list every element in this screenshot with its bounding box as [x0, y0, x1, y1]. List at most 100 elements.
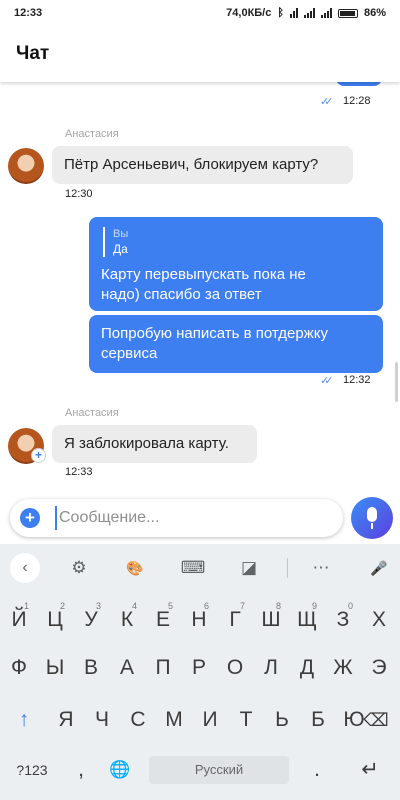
key[interactable]: М: [156, 698, 192, 742]
key[interactable]: В: [73, 646, 109, 690]
avatar[interactable]: [8, 148, 44, 184]
sender-name: Анастасия: [65, 128, 119, 140]
reply-quote[interactable]: Вы Да: [103, 227, 128, 257]
key[interactable]: И: [192, 698, 228, 742]
page-title: Чат: [16, 43, 50, 64]
more-icon[interactable]: ⋯: [306, 556, 336, 580]
key[interactable]: Ж: [325, 646, 361, 690]
key[interactable]: Н6: [181, 598, 217, 642]
period-key[interactable]: .: [300, 748, 334, 792]
message-outgoing-partial[interactable]: [336, 82, 382, 86]
key[interactable]: Ф: [1, 646, 37, 690]
key-label: З: [336, 608, 350, 631]
key-hint: 1: [23, 601, 29, 611]
key-label: Щ: [297, 608, 317, 631]
key[interactable]: Ц2: [37, 598, 73, 642]
key[interactable]: К4: [109, 598, 145, 642]
status-icons: 74,0КБ/с ᛒ 86%: [226, 7, 386, 19]
comma-key[interactable]: ,: [64, 748, 98, 792]
key[interactable]: О: [217, 646, 253, 690]
message-outgoing[interactable]: Вы Да Карту перевыпускать пока не надо) …: [89, 217, 383, 311]
bluetooth-icon: ᛒ: [277, 7, 284, 19]
key[interactable]: Б: [300, 698, 336, 742]
key[interactable]: Й1: [1, 598, 37, 642]
key-label: Н: [191, 608, 207, 631]
chat-header: Чат: [0, 26, 400, 82]
message-input-wrap: +: [10, 499, 343, 537]
battery-level: 86%: [363, 7, 386, 19]
key-label: У: [84, 608, 98, 631]
toolbar-divider: [287, 558, 288, 578]
theme-icon[interactable]: 🎨: [120, 556, 150, 580]
soft-keyboard: ‹ ⚙ 🎨 ⌨ ◪ ⋯ 🎤 Й1 Ц2 У3 К4 Е5 Н6 Г7 Ш8 Щ9…: [0, 544, 400, 800]
attach-add-button[interactable]: +: [20, 508, 40, 528]
space-key[interactable]: Русский: [149, 756, 289, 784]
key[interactable]: Л: [253, 646, 289, 690]
key[interactable]: Ь: [264, 698, 300, 742]
key[interactable]: Х: [361, 598, 397, 642]
add-contact-icon[interactable]: +: [31, 448, 46, 463]
read-ticks-icon: ✓✓: [320, 96, 334, 108]
message-incoming[interactable]: Я заблокировала карту.: [52, 425, 257, 463]
backspace-icon[interactable]: ⌫: [356, 698, 396, 742]
key[interactable]: У3: [73, 598, 109, 642]
key[interactable]: Д: [289, 646, 325, 690]
key[interactable]: Ч: [84, 698, 120, 742]
symbols-key[interactable]: ?123: [6, 748, 58, 792]
key[interactable]: Е5: [145, 598, 181, 642]
key[interactable]: С: [120, 698, 156, 742]
battery-icon: [337, 8, 358, 18]
key-hint: 6: [203, 601, 209, 611]
key[interactable]: П: [145, 646, 181, 690]
key[interactable]: Т: [228, 698, 264, 742]
key-label: Е: [155, 608, 170, 631]
key-hint: 3: [95, 601, 101, 611]
settings-icon[interactable]: ⚙: [64, 556, 94, 580]
key[interactable]: Ы: [37, 646, 73, 690]
key-label: К: [120, 608, 134, 631]
status-bar: 12:33 74,0КБ/с ᛒ 86%: [0, 0, 400, 26]
key-hint: 2: [59, 601, 65, 611]
wifi-icon: [289, 8, 298, 18]
edit-icon[interactable]: ◪: [234, 556, 264, 580]
signal-icon-2: [320, 8, 332, 18]
key[interactable]: З0: [325, 598, 361, 642]
key[interactable]: Щ9: [289, 598, 325, 642]
key-row-4: ?123 , 🌐 Русский . ↵: [0, 748, 400, 792]
voice-record-button[interactable]: [351, 497, 393, 539]
key-row-1: Й1 Ц2 У3 К4 Е5 Н6 Г7 Ш8 Щ9 З0 Х: [0, 598, 400, 642]
enter-icon[interactable]: ↵: [350, 748, 390, 792]
net-speed: 74,0КБ/с: [226, 7, 272, 19]
message-text-line: надо) спасибо за ответ: [101, 286, 262, 303]
back-icon[interactable]: ‹: [10, 553, 40, 583]
key-hint: 4: [131, 601, 137, 611]
key[interactable]: А: [109, 646, 145, 690]
key-row-3: ↑ Я Ч С М И Т Ь Б Ю ⌫: [0, 698, 400, 742]
message-list[interactable]: ✓✓ 12:28 Анастасия Пётр Арсеньевич, блок…: [0, 82, 400, 492]
mic-icon[interactable]: 🎤: [364, 556, 394, 580]
key-hint: 9: [311, 601, 317, 611]
message-incoming[interactable]: Пётр Арсеньевич, блокируем карту?: [52, 146, 353, 184]
message-composer: +: [0, 492, 400, 544]
message-text-line: Карту перевыпускать пока не: [101, 266, 306, 283]
key-hint: 5: [167, 601, 173, 611]
message-text-line: Попробую написать в потдержку: [101, 325, 328, 342]
keyboard-layout-icon[interactable]: ⌨: [178, 556, 208, 580]
sender-name: Анастасия: [65, 407, 119, 419]
key[interactable]: Э: [361, 646, 397, 690]
key-hint: 0: [347, 601, 353, 611]
message-time: 12:30: [65, 188, 93, 200]
key[interactable]: Ш8: [253, 598, 289, 642]
message-text: Пётр Арсеньевич, блокируем карту?: [64, 156, 319, 173]
key[interactable]: Г7: [217, 598, 253, 642]
scrollbar[interactable]: [395, 362, 398, 402]
read-ticks-icon: ✓✓: [320, 375, 334, 387]
key[interactable]: Р: [181, 646, 217, 690]
key[interactable]: Я: [48, 698, 84, 742]
message-text: Я заблокировала карту.: [64, 435, 229, 452]
message-time: 12:32: [343, 374, 371, 386]
message-input[interactable]: [55, 506, 330, 530]
globe-icon[interactable]: 🌐: [102, 748, 138, 792]
message-outgoing[interactable]: Попробую написать в потдержку сервиса: [89, 315, 383, 373]
shift-icon[interactable]: ↑: [4, 698, 44, 742]
